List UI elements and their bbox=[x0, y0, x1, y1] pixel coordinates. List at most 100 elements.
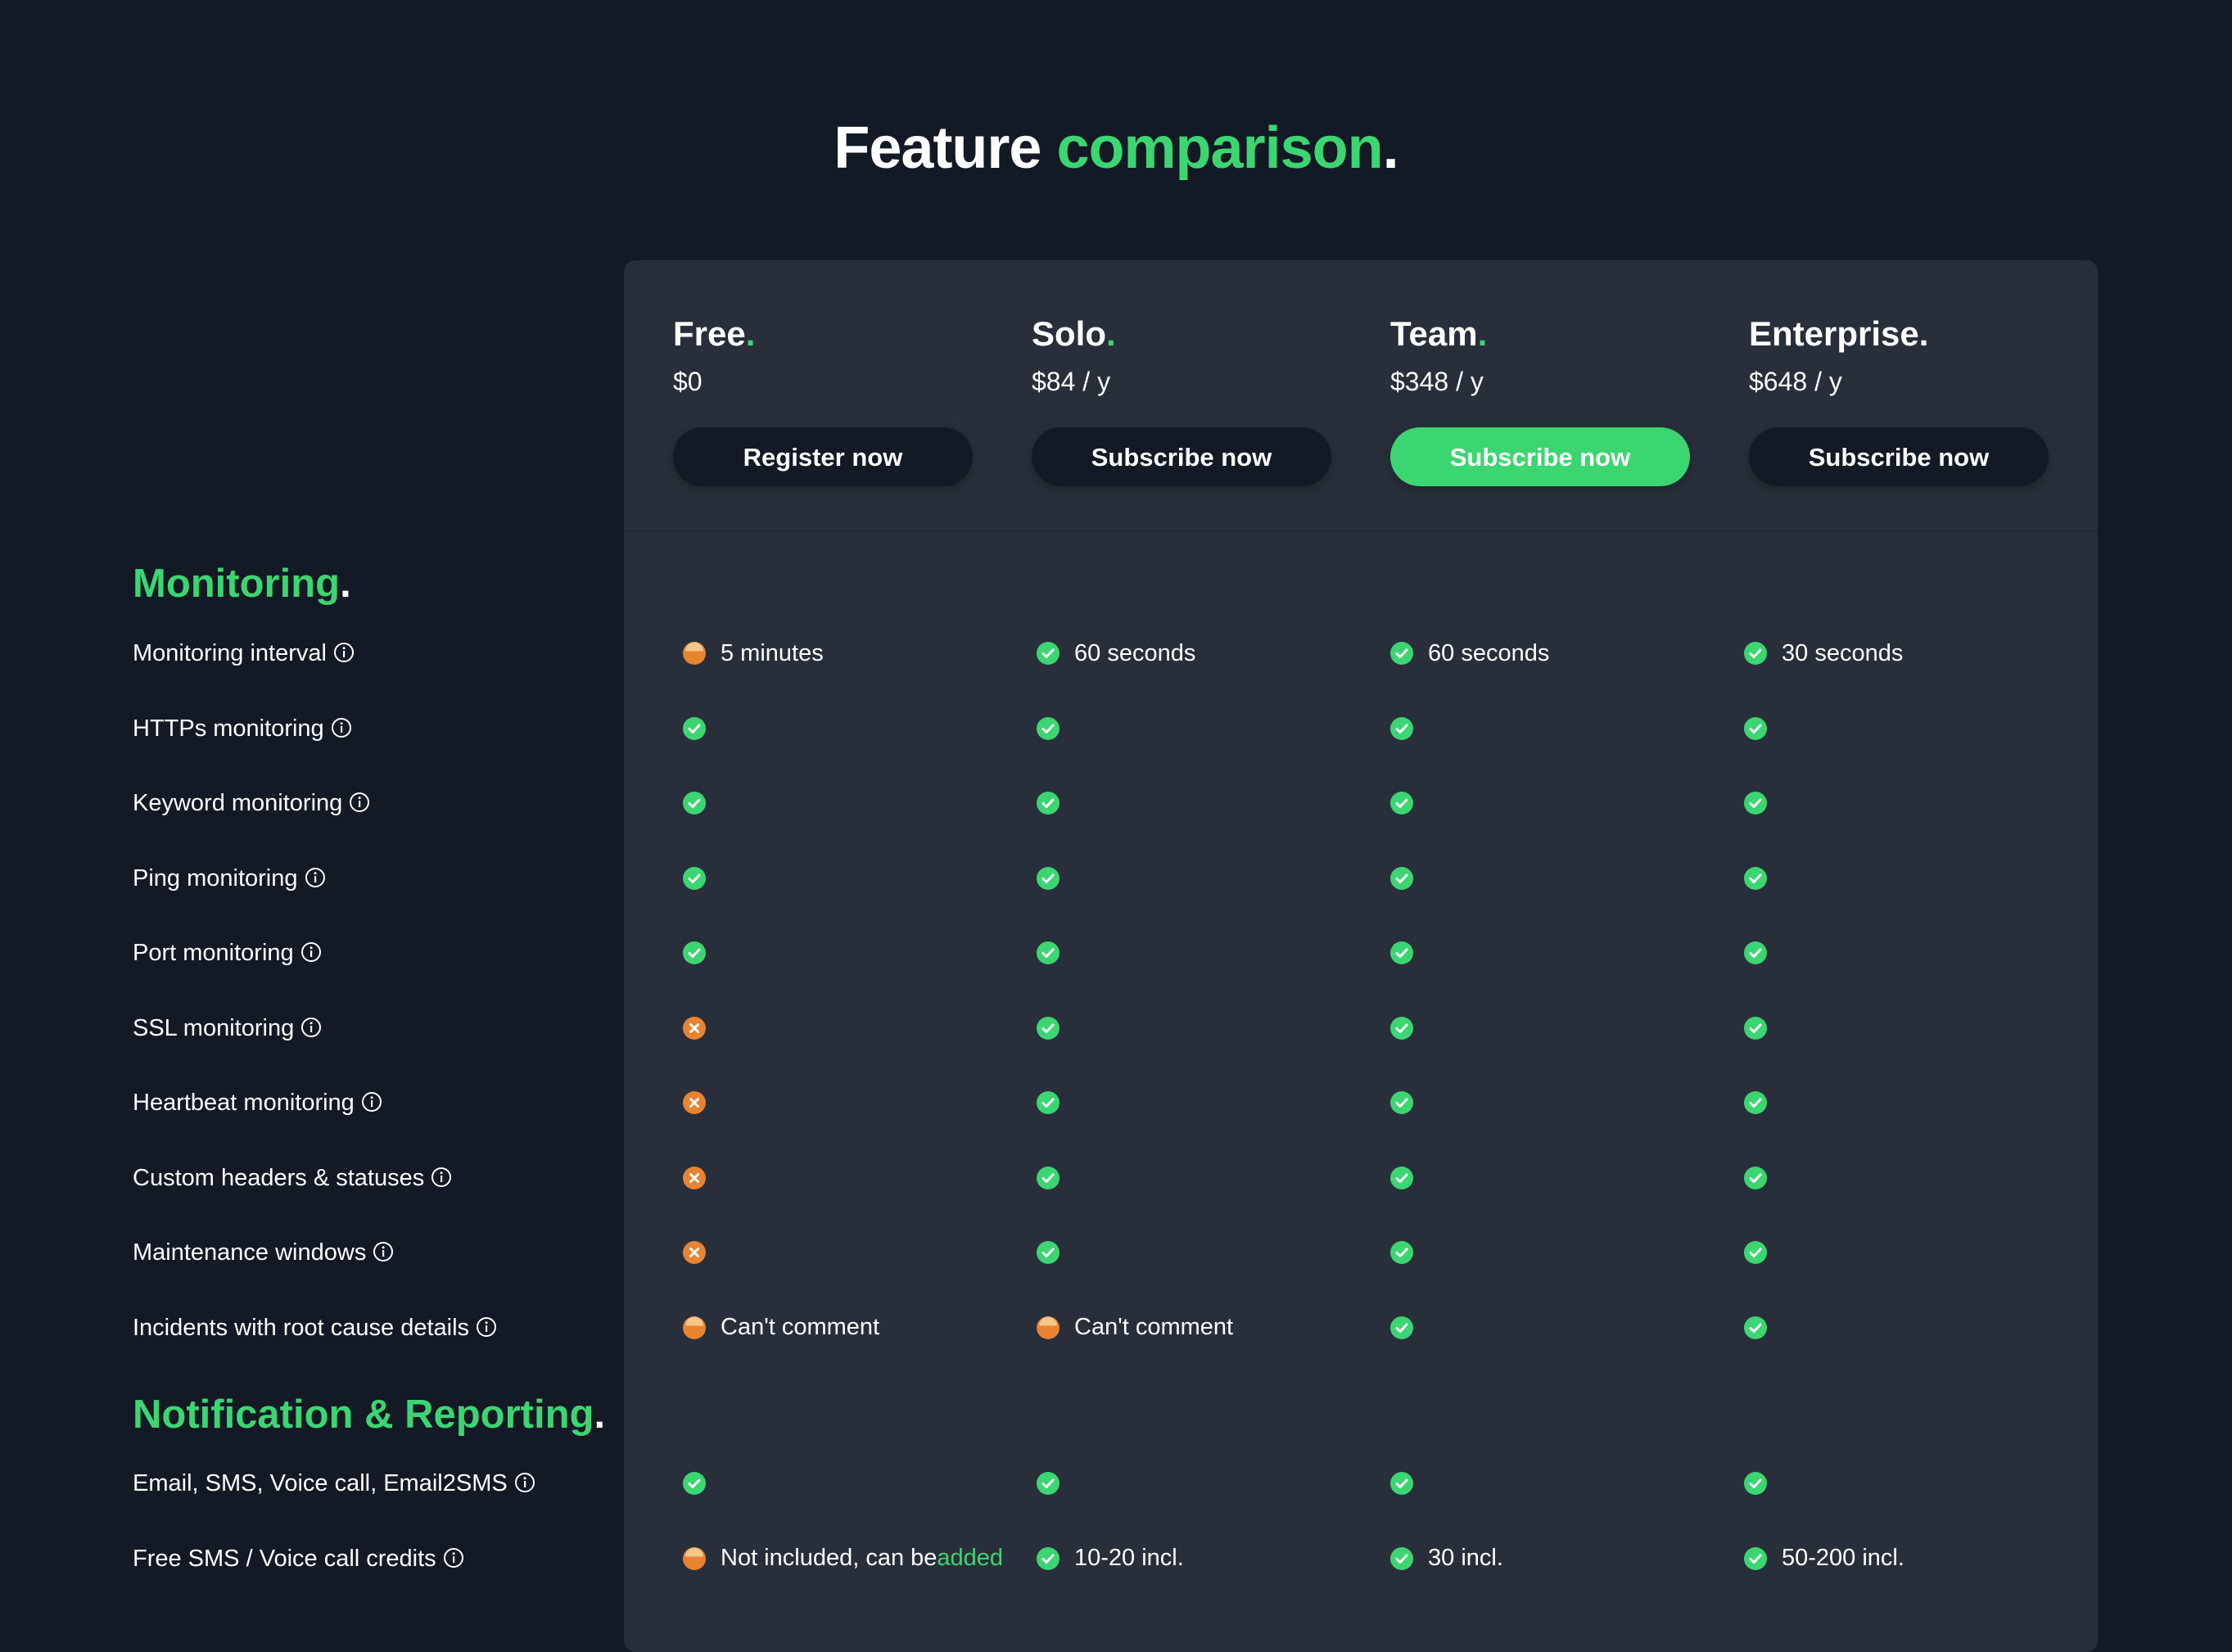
feature-cell: 30 seconds bbox=[1744, 629, 1903, 678]
title-text: Feature bbox=[834, 115, 1041, 181]
feature-cell: Can't comment bbox=[1037, 1303, 1233, 1352]
plan-price: $0 bbox=[673, 367, 703, 396]
feature-cell bbox=[1390, 928, 1428, 977]
check-icon bbox=[1037, 716, 1060, 740]
feature-cell bbox=[683, 1459, 721, 1508]
check-icon bbox=[1037, 1546, 1060, 1570]
check-icon bbox=[1037, 1472, 1060, 1495]
feature-cell bbox=[1744, 704, 1782, 753]
table-row: Maintenance windows bbox=[0, 1228, 2232, 1277]
info-icon[interactable] bbox=[443, 1547, 464, 1568]
added-link[interactable]: added bbox=[937, 1545, 1003, 1572]
feature-cell: 5 minutes bbox=[683, 629, 824, 678]
section-title: Monitoring. bbox=[133, 562, 351, 606]
feature-label: Incidents with root cause details bbox=[133, 1303, 497, 1352]
feature-cell bbox=[683, 928, 721, 977]
check-icon bbox=[1390, 792, 1413, 815]
partial-icon bbox=[683, 1546, 706, 1570]
check-icon bbox=[1744, 642, 1767, 665]
table-row: Email, SMS, Voice call, Email2SMS bbox=[0, 1459, 2232, 1508]
subscribe-now-button[interactable]: Subscribe now bbox=[1390, 427, 1690, 486]
subscribe-now-button[interactable]: Subscribe now bbox=[1749, 427, 2049, 486]
check-icon bbox=[1037, 1016, 1060, 1040]
feature-cell bbox=[1037, 928, 1074, 977]
feature-cell bbox=[1037, 1004, 1074, 1053]
info-icon[interactable] bbox=[300, 941, 322, 963]
feature-label: SSL monitoring bbox=[133, 1004, 322, 1053]
check-icon bbox=[1037, 1241, 1060, 1264]
partial-icon bbox=[683, 642, 706, 665]
feature-cell bbox=[1037, 779, 1074, 828]
feature-cell bbox=[683, 1004, 721, 1053]
partial-icon bbox=[1037, 1316, 1060, 1339]
feature-cell bbox=[1390, 1228, 1428, 1277]
info-icon[interactable] bbox=[333, 642, 355, 663]
feature-cell: 50-200 incl. bbox=[1744, 1534, 1904, 1583]
info-icon[interactable] bbox=[305, 867, 326, 888]
feature-cell bbox=[1390, 1078, 1428, 1127]
plan-2: Team. $348 / y Subscribe now bbox=[1390, 313, 1701, 486]
info-icon[interactable] bbox=[349, 792, 370, 813]
check-icon bbox=[1037, 866, 1060, 890]
feature-cell: Can't comment bbox=[683, 1303, 879, 1352]
page-title: Feature comparison. bbox=[0, 115, 2232, 182]
check-icon bbox=[1744, 1316, 1767, 1339]
info-icon[interactable] bbox=[361, 1091, 382, 1113]
plan-name: Team. bbox=[1390, 314, 1488, 353]
plan-0: Free. $0 Register now bbox=[673, 313, 984, 486]
check-icon bbox=[1390, 1546, 1413, 1570]
cell-value: 30 seconds bbox=[1782, 639, 1904, 666]
check-icon bbox=[1390, 1316, 1413, 1339]
info-icon[interactable] bbox=[476, 1316, 497, 1338]
table-row: Free SMS / Voice call credits Not include… bbox=[0, 1534, 2232, 1583]
info-icon[interactable] bbox=[300, 1017, 322, 1038]
cell-value: 5 minutes bbox=[721, 639, 824, 666]
feature-cell bbox=[1390, 1303, 1428, 1352]
feature-cell bbox=[683, 854, 721, 903]
table-row: HTTPs monitoring bbox=[0, 704, 2232, 753]
feature-cell bbox=[1390, 779, 1428, 828]
feature-cell bbox=[1390, 1004, 1428, 1053]
table-row: Custom headers & statuses bbox=[0, 1153, 2232, 1203]
cross-icon bbox=[683, 1166, 706, 1189]
cell-value: 60 seconds bbox=[1074, 639, 1196, 666]
check-icon bbox=[1390, 1016, 1413, 1040]
check-icon bbox=[1037, 941, 1060, 964]
check-icon bbox=[1390, 716, 1413, 740]
feature-label: Port monitoring bbox=[133, 928, 322, 977]
cell-value: 50-200 incl. bbox=[1782, 1545, 1904, 1571]
check-icon bbox=[683, 1472, 706, 1495]
feature-label: Heartbeat monitoring bbox=[133, 1078, 382, 1127]
feature-label: Ping monitoring bbox=[133, 854, 326, 903]
check-icon bbox=[1744, 1241, 1767, 1264]
check-icon bbox=[1390, 1091, 1413, 1114]
cross-icon bbox=[683, 1016, 706, 1040]
info-icon[interactable] bbox=[331, 717, 352, 738]
feature-label: Free SMS / Voice call credits bbox=[133, 1534, 464, 1583]
table-row: Incidents with root cause details Can't c… bbox=[0, 1303, 2232, 1352]
feature-label: Maintenance windows bbox=[133, 1228, 394, 1277]
feature-cell bbox=[1744, 854, 1782, 903]
plan-price: $648 / y bbox=[1749, 367, 1842, 396]
cell-value: Not included, can be bbox=[721, 1545, 938, 1571]
section-title: Notification & Reporting. bbox=[133, 1392, 606, 1437]
cell-value: 10-20 incl. bbox=[1074, 1545, 1184, 1571]
feature-cell bbox=[683, 704, 721, 753]
check-icon bbox=[1744, 1166, 1767, 1189]
partial-icon bbox=[683, 1316, 706, 1339]
info-icon[interactable] bbox=[514, 1472, 535, 1493]
feature-cell bbox=[1744, 1004, 1782, 1053]
plan-name: Solo. bbox=[1032, 314, 1116, 353]
check-icon bbox=[1390, 642, 1413, 665]
feature-cell bbox=[1390, 1459, 1428, 1508]
check-icon bbox=[1037, 792, 1060, 815]
feature-cell bbox=[1744, 1153, 1782, 1203]
subscribe-now-button[interactable]: Subscribe now bbox=[1032, 427, 1331, 486]
register-now-button[interactable]: Register now bbox=[673, 427, 973, 486]
feature-cell bbox=[1744, 1303, 1782, 1352]
info-icon[interactable] bbox=[431, 1167, 452, 1188]
info-icon[interactable] bbox=[373, 1241, 394, 1262]
feature-cell: 30 incl. bbox=[1390, 1534, 1503, 1583]
plan-1: Solo. $84 / y Subscribe now bbox=[1032, 313, 1343, 486]
feature-cell bbox=[1390, 1153, 1428, 1203]
